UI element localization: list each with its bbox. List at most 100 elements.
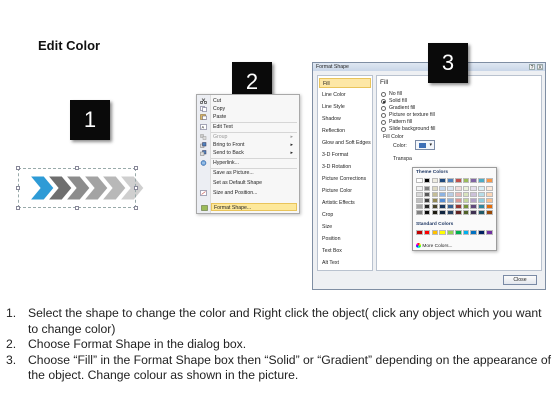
category-line-color[interactable]: Line Color (319, 90, 371, 100)
menu-item-bring-to-front[interactable]: Bring to Front ▸ (200, 141, 297, 149)
radio-gradient-fill[interactable]: Gradient fill (381, 105, 415, 112)
color-swatch[interactable] (439, 192, 446, 197)
menu-item-size-position[interactable]: Size and Position... (200, 189, 297, 197)
color-swatch[interactable] (431, 178, 439, 183)
color-swatch[interactable] (462, 204, 470, 209)
more-colors-link[interactable]: More Colors... (416, 243, 452, 249)
color-swatch[interactable] (416, 186, 423, 191)
color-swatch[interactable] (454, 178, 462, 183)
menu-item-cut[interactable]: Cut (200, 97, 297, 105)
color-swatch[interactable] (462, 178, 470, 183)
color-swatch[interactable] (470, 210, 478, 215)
color-swatch[interactable] (478, 230, 485, 235)
color-swatch[interactable] (439, 186, 446, 191)
color-swatch[interactable] (447, 210, 454, 215)
category-crop[interactable]: Crop (319, 210, 371, 220)
menu-item-set-default-shape[interactable]: Set as Default Shape (211, 179, 297, 187)
color-swatch[interactable] (478, 204, 485, 209)
color-swatch[interactable] (416, 230, 423, 235)
color-swatch[interactable] (454, 204, 462, 209)
category-glow-soft-edges[interactable]: Glow and Soft Edges (319, 138, 371, 148)
color-swatch[interactable] (462, 192, 470, 197)
color-swatch[interactable] (462, 230, 470, 235)
menu-item-copy[interactable]: Copy (200, 105, 297, 113)
category-line-style[interactable]: Line Style (319, 102, 371, 112)
category-fill[interactable]: Fill (319, 78, 371, 88)
color-swatch[interactable] (416, 198, 423, 203)
menu-item-paste[interactable]: Paste (200, 113, 297, 121)
color-swatch[interactable] (447, 186, 454, 191)
color-swatch[interactable] (447, 230, 454, 235)
color-swatch[interactable] (416, 210, 423, 215)
color-swatch[interactable] (470, 192, 478, 197)
color-swatch[interactable] (486, 192, 493, 197)
color-swatch[interactable] (439, 178, 446, 183)
color-swatch[interactable] (416, 192, 423, 197)
menu-item-format-shape[interactable]: Format Shape... (201, 203, 297, 211)
selection-handle[interactable] (134, 186, 138, 190)
color-swatch[interactable] (454, 186, 462, 191)
category-alt-text[interactable]: Alt Text (319, 258, 371, 268)
selection-handle[interactable] (134, 206, 138, 210)
color-swatch[interactable] (439, 230, 446, 235)
color-swatch[interactable] (478, 178, 485, 183)
radio-pattern-fill[interactable]: Pattern fill (381, 119, 412, 126)
category-size[interactable]: Size (319, 222, 371, 232)
color-swatch[interactable] (416, 204, 423, 209)
radio-no-fill[interactable]: No fill (381, 91, 402, 98)
color-swatch[interactable] (462, 198, 470, 203)
color-swatch[interactable] (470, 178, 478, 183)
color-swatch[interactable] (462, 186, 470, 191)
color-swatch[interactable] (486, 186, 493, 191)
menu-item-edit-text[interactable]: A Edit Text (200, 123, 297, 131)
color-swatch[interactable] (470, 186, 478, 191)
color-swatch[interactable] (431, 198, 439, 203)
color-swatch[interactable] (447, 198, 454, 203)
color-swatch[interactable] (431, 230, 439, 235)
color-swatch[interactable] (447, 178, 454, 183)
color-swatch[interactable] (423, 198, 431, 203)
color-swatch[interactable] (423, 192, 431, 197)
close-x-button[interactable]: X (537, 64, 543, 71)
category-reflection[interactable]: Reflection (319, 126, 371, 136)
color-swatch[interactable] (478, 198, 485, 203)
selection-handle[interactable] (134, 166, 138, 170)
color-swatch[interactable] (423, 204, 431, 209)
color-swatch[interactable] (478, 192, 485, 197)
color-swatch[interactable] (462, 210, 470, 215)
radio-solid-fill[interactable]: Solid fill (381, 98, 407, 105)
category-text-box[interactable]: Text Box (319, 246, 371, 256)
color-swatch[interactable] (439, 204, 446, 209)
selection-handle[interactable] (16, 166, 20, 170)
color-swatch[interactable] (486, 178, 493, 183)
color-swatch[interactable] (431, 204, 439, 209)
color-swatch[interactable] (454, 230, 462, 235)
category-position[interactable]: Position (319, 234, 371, 244)
menu-item-save-as-picture[interactable]: Save as Picture... (211, 169, 297, 177)
color-swatch[interactable] (416, 178, 423, 183)
color-swatch[interactable] (454, 192, 462, 197)
color-swatch[interactable] (431, 186, 439, 191)
color-swatch[interactable] (470, 230, 478, 235)
category-artistic-effects[interactable]: Artistic Effects (319, 198, 371, 208)
selection-handle[interactable] (16, 186, 20, 190)
radio-slide-background-fill[interactable]: Slide background fill (381, 126, 435, 133)
color-swatch[interactable] (423, 230, 431, 235)
color-swatch[interactable] (431, 192, 439, 197)
radio-picture-fill[interactable]: Picture or texture fill (381, 112, 435, 119)
color-swatch[interactable] (470, 198, 478, 203)
category-picture-corrections[interactable]: Picture Corrections (319, 174, 371, 184)
color-swatch[interactable] (470, 204, 478, 209)
color-swatch[interactable] (447, 192, 454, 197)
color-swatch[interactable] (423, 178, 431, 183)
color-swatch[interactable] (439, 198, 446, 203)
selection-handle[interactable] (16, 206, 20, 210)
menu-item-send-to-back[interactable]: Send to Back ▸ (200, 149, 297, 157)
menu-item-group[interactable]: Group ▸ (200, 133, 297, 141)
color-swatch[interactable] (423, 186, 431, 191)
color-swatch[interactable] (486, 198, 493, 203)
color-swatch[interactable] (486, 210, 493, 215)
selection-handle[interactable] (75, 166, 79, 170)
close-button[interactable]: Close (503, 275, 537, 285)
category-picture-color[interactable]: Picture Color (319, 186, 371, 196)
